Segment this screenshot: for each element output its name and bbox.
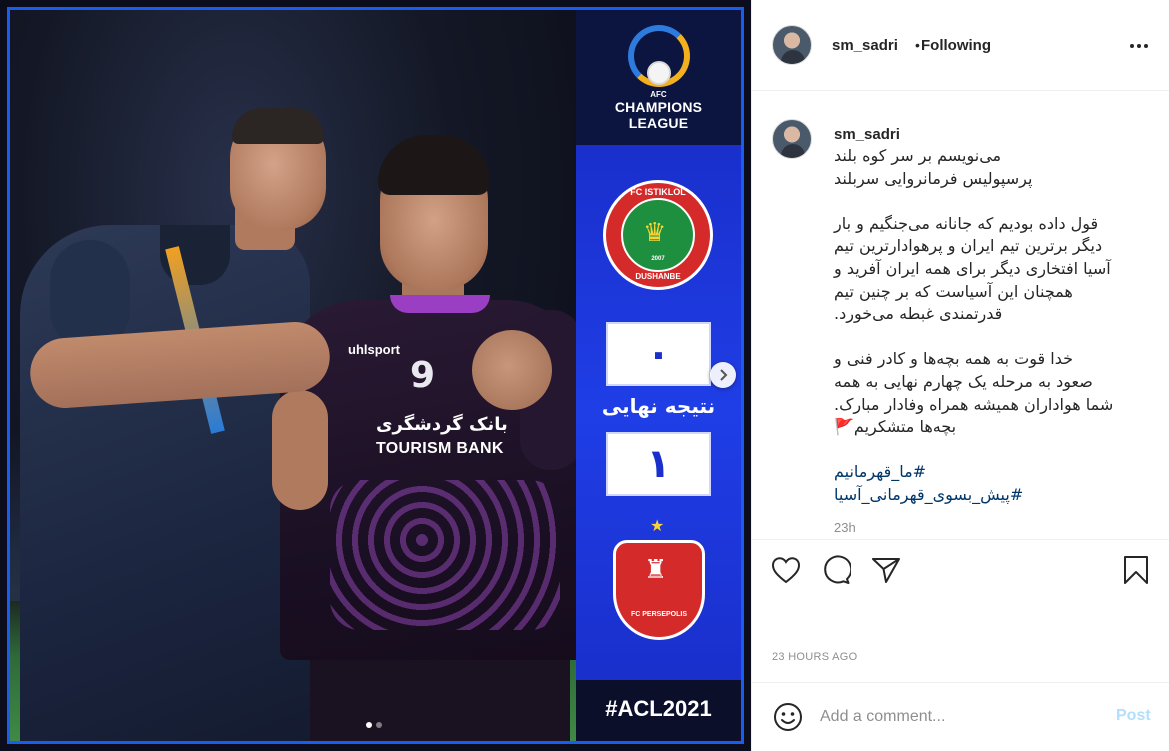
star-icon: ★	[650, 516, 665, 535]
final-result-label: نتیجه نهایی	[601, 394, 716, 418]
comment-button[interactable]	[820, 554, 852, 586]
post-photo: uhlsport 9 بانک گردشگری TOURISM BANK	[10, 10, 576, 741]
post-sidebar: sm_sadri • Following sm_sadri می‌نویسم ب…	[751, 0, 1169, 751]
coach-figure-hair	[232, 108, 324, 144]
shirt-sponsor-persian: بانک گردشگری	[376, 414, 508, 435]
comment-icon	[824, 555, 851, 584]
following-button[interactable]: Following	[921, 37, 991, 54]
caption-line	[834, 439, 1134, 462]
hashtag-link[interactable]: #ما_قهرمانیم	[834, 461, 1134, 484]
header-separator: •	[915, 37, 920, 53]
comment-input[interactable]	[820, 705, 1100, 729]
istiklol-crest-inner: ♛ 2007	[621, 198, 695, 272]
carousel-dot	[376, 722, 382, 728]
league-label: LEAGUE	[628, 115, 689, 131]
chevron-right-icon	[720, 369, 728, 381]
player-figure-fist	[472, 330, 552, 410]
player-figure-shorts	[310, 650, 570, 741]
home-score-box: ٠	[606, 322, 711, 386]
champions-label: CHAMPIONS	[614, 99, 703, 115]
persepolis-crest: ♜ FC PERSEPOLIS	[613, 540, 705, 640]
share-icon	[872, 558, 900, 583]
caption-line	[834, 190, 1134, 213]
caption-text: می‌نویسم بر سر کوه بلند پرسپولیس فرمانرو…	[834, 145, 1134, 507]
caption-username[interactable]: sm_sadri	[834, 126, 900, 143]
caption-line: صعود به مرحله یک چهارم نهایی به همه	[834, 371, 1093, 391]
shirt-brand: uhlsport	[348, 342, 400, 357]
away-score-box: ١	[606, 432, 711, 496]
bookmark-icon	[1124, 556, 1148, 584]
afc-logo-text: AFC CHAMPIONS LEAGUE	[576, 90, 741, 131]
away-team-name: FC PERSEPOLIS	[630, 611, 687, 618]
avatar[interactable]	[772, 25, 812, 65]
caption-line: قول داده بودیم که جانانه می‌جنگیم و بار	[834, 213, 1099, 233]
afc-logo-ball	[647, 61, 671, 85]
league-logo-area: AFC CHAMPIONS LEAGUE	[576, 10, 741, 145]
trophy-icon: ♜	[644, 555, 668, 585]
caption-line: دیگر برترین تیم ایران و پرهوادارترین تیم	[834, 236, 1103, 256]
heart-icon	[771, 557, 801, 584]
caption-area: sm_sadri می‌نویسم بر سر کوه بلند پرسپولی…	[752, 91, 1169, 539]
header-username[interactable]: sm_sadri	[832, 37, 898, 54]
home-team-year: 2007	[651, 256, 665, 262]
caption-line: بچه‌ها متشکریم🚩	[834, 417, 957, 437]
caption-line: پرسپولیس فرمانروایی سربلند	[834, 168, 1033, 188]
image-hashtag: #ACL2021	[605, 696, 712, 721]
istiklol-crest: FC ISTIKLOL ♛ 2007 DUSHANBE	[603, 180, 713, 290]
home-team-city: DUSHANBE	[635, 272, 681, 281]
crown-icon: ♛	[643, 218, 667, 248]
emoji-button[interactable]	[772, 701, 804, 733]
comment-bar: Post	[752, 682, 1169, 751]
afc-label: AFC	[650, 90, 667, 99]
post-comment-button[interactable]: Post	[1116, 707, 1151, 725]
more-icon[interactable]	[1130, 44, 1148, 48]
caption-line: خدا قوت به همه بچه‌ها و کادر فنی و	[834, 349, 1073, 369]
home-score: ٠	[646, 331, 671, 377]
carousel-dots	[366, 722, 382, 728]
player-figure-hair	[378, 135, 490, 195]
shirt-number: 9	[410, 355, 436, 396]
carousel-next-button[interactable]	[710, 362, 736, 388]
post-timestamp[interactable]: 23 HOURS AGO	[772, 651, 858, 663]
shirt-pattern	[330, 480, 560, 630]
caption-avatar[interactable]	[772, 119, 812, 159]
caption-time[interactable]: 23h	[834, 520, 856, 535]
away-score: ١	[646, 441, 671, 487]
post-header: sm_sadri • Following	[752, 0, 1169, 91]
emoji-icon	[774, 703, 802, 731]
save-button[interactable]	[1120, 554, 1152, 586]
share-button[interactable]	[870, 554, 902, 586]
carousel-dot-active	[366, 722, 372, 728]
caption-line	[834, 326, 1134, 349]
player-figure-arm	[272, 390, 328, 510]
shirt-sponsor: TOURISM BANK	[376, 440, 504, 457]
home-team-name: FC ISTIKLOL	[630, 187, 686, 197]
caption-line: قدرتمندی غبطه می‌خورد.	[834, 304, 1003, 324]
shirt-collar-trim	[390, 295, 490, 313]
hashtag-link[interactable]: #پیش_بسوی_قهرمانی_آسیا	[834, 484, 1134, 507]
post-media[interactable]: uhlsport 9 بانک گردشگری TOURISM BANK AFC…	[0, 0, 751, 751]
caption-line: آسیا افتخاری دیگر برای همه ایران آفرید و	[834, 258, 1111, 278]
caption-line: می‌نویسم بر سر کوه بلند	[834, 146, 1002, 165]
caption-line: شما هواداران همیشه همراه وفادار مبارک.	[834, 394, 1114, 414]
like-button[interactable]	[770, 554, 802, 586]
action-bar	[752, 539, 1169, 599]
caption-line: همچنان این آسیاست که بر چنین تیم	[834, 281, 1073, 301]
